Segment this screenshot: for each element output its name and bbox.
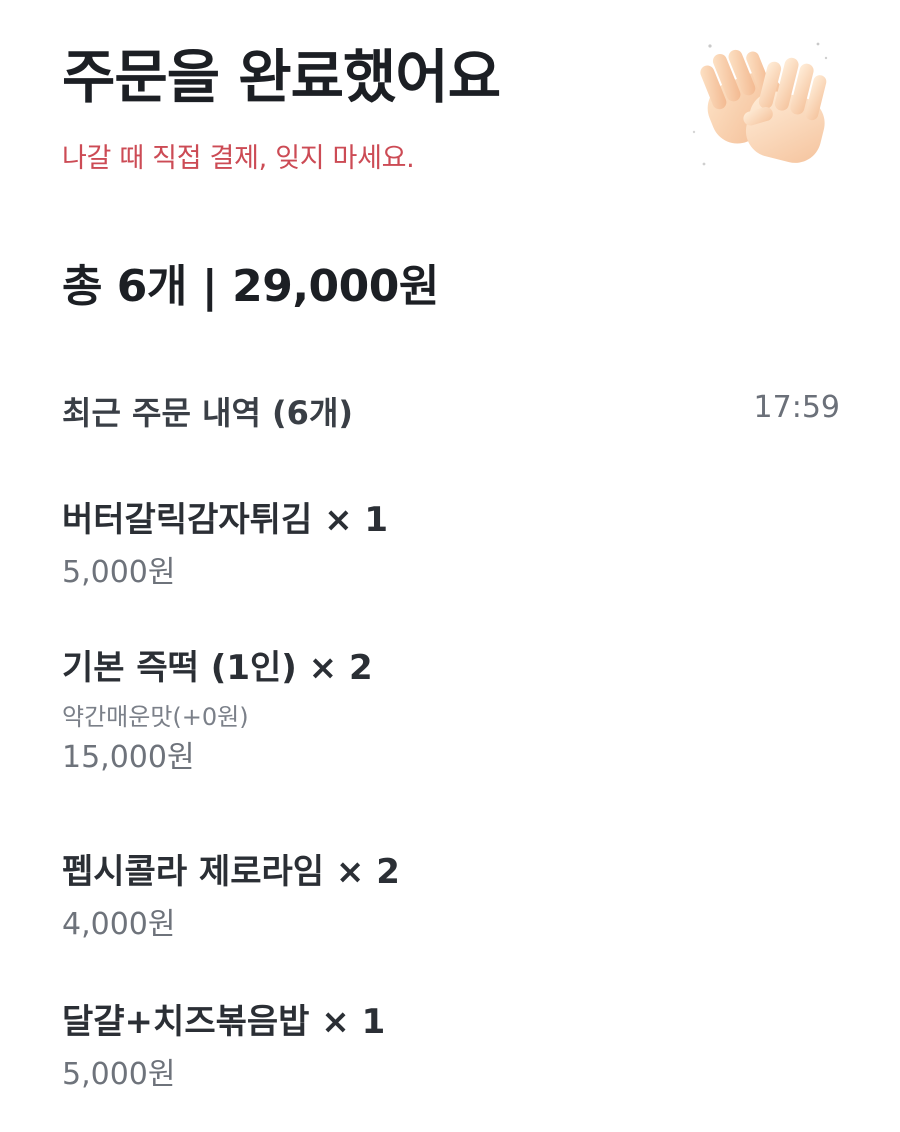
order-item-price: 15,000원 <box>62 739 195 775</box>
order-item: 기본 즉떡 (1인) × 2 약간매운맛(+0원) 15,000원 <box>62 648 840 776</box>
recent-orders-header: 최근 주문 내역 (6개) 17:59 <box>62 388 840 434</box>
order-item-name: 달걀+치즈볶음밥 × 1 <box>62 1002 386 1042</box>
order-time: 17:59 <box>753 390 840 425</box>
order-item: 버터갈릭감자튀김 × 1 5,000원 <box>62 500 840 591</box>
order-item-price: 4,000원 <box>62 906 176 942</box>
order-item-name: 버터갈릭감자튀김 × 1 <box>62 500 389 540</box>
order-total: 총 6개 | 29,000원 <box>62 261 439 312</box>
order-item-name: 펩시콜라 제로라임 × 2 <box>62 852 400 892</box>
order-item: 달걀+치즈볶음밥 × 1 5,000원 <box>62 1002 840 1093</box>
order-item-option: 약간매운맛(+0원) <box>62 702 249 731</box>
order-complete-page: 주문을 완료했어요 나갈 때 직접 결제, 잊지 마세요. 총 6개 | 29,… <box>0 0 900 1132</box>
order-item-name: 기본 즉떡 (1인) × 2 <box>62 648 373 688</box>
payment-reminder: 나갈 때 직접 결제, 잊지 마세요. <box>62 143 415 174</box>
clapping-hands-icon <box>692 42 828 166</box>
order-item: 펩시콜라 제로라임 × 2 4,000원 <box>62 852 840 943</box>
order-item-price: 5,000원 <box>62 1056 176 1092</box>
recent-orders-title: 최근 주문 내역 (6개) <box>62 394 354 432</box>
order-item-price: 5,000원 <box>62 554 176 590</box>
page-title: 주문을 완료했어요 <box>62 43 501 111</box>
